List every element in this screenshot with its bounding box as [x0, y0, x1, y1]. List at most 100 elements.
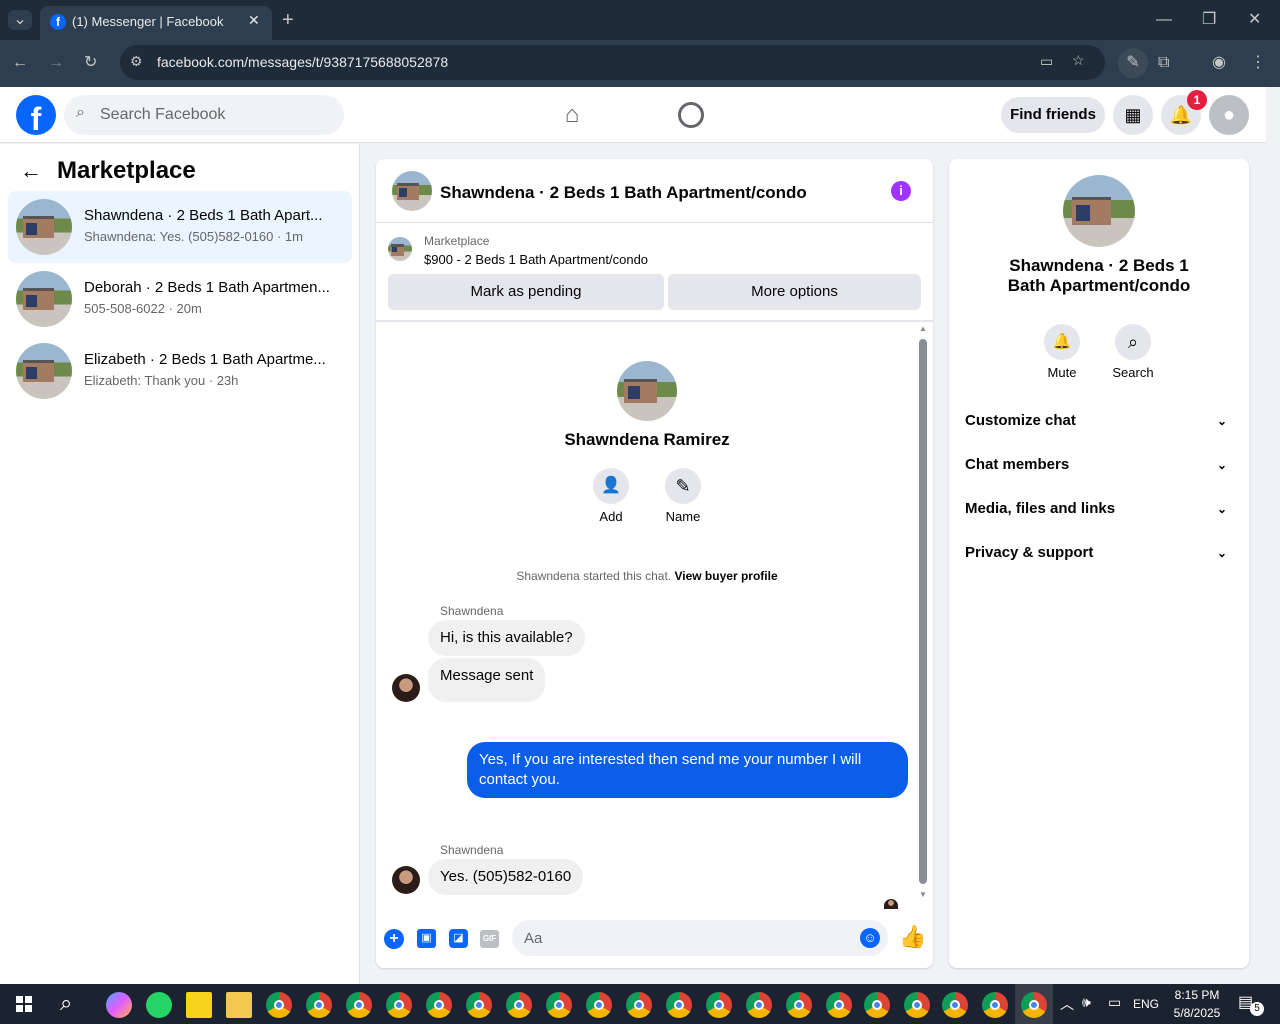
sticker-icon[interactable]: ◪: [449, 929, 468, 948]
edit-name-icon[interactable]: ✎: [665, 468, 701, 504]
menu-icon[interactable]: ⋮: [1250, 53, 1266, 73]
mute-bell-icon[interactable]: 🔔: [1044, 324, 1080, 360]
profile-icon[interactable]: ◉: [1212, 53, 1226, 73]
network-icon[interactable]: ▭: [1108, 994, 1121, 1011]
chrome-window-icon[interactable]: [546, 992, 572, 1018]
conversation-item[interactable]: Deborah · 2 Beds 1 Bath Apartmen... 505-…: [8, 263, 352, 335]
chat-scrollbar[interactable]: ▲ ▼: [918, 324, 928, 904]
chrome-window-icon[interactable]: [942, 992, 968, 1018]
chrome-window-icon[interactable]: [904, 992, 930, 1018]
scroll-thumb[interactable]: [919, 339, 927, 884]
restore-icon[interactable]: ❐: [1202, 10, 1216, 30]
chrome-window-icon[interactable]: [506, 992, 532, 1018]
bookmark-star-icon[interactable]: ☆: [1072, 52, 1085, 69]
more-options-button[interactable]: More options: [668, 274, 921, 310]
page-scrollbar[interactable]: [1266, 87, 1280, 984]
chrome-window-icon[interactable]: [1021, 992, 1047, 1018]
account-avatar[interactable]: ●: [1209, 95, 1249, 135]
install-app-icon[interactable]: ▭: [1040, 53, 1053, 70]
find-friends-button[interactable]: Find friends: [1001, 97, 1105, 133]
chat-members-row[interactable]: Chat members ⌄: [965, 445, 1235, 485]
chrome-window-icon[interactable]: [626, 992, 652, 1018]
chrome-window-icon[interactable]: [746, 992, 772, 1018]
chat-avatar[interactable]: [392, 171, 432, 211]
message-bubble-outgoing[interactable]: Yes, If you are interested then send me …: [467, 742, 908, 798]
profile-avatar[interactable]: [617, 361, 677, 421]
whatsapp-icon[interactable]: [146, 992, 172, 1018]
chat-title[interactable]: Shawndena · 2 Beds 1 Bath Apartment/cond…: [440, 183, 807, 203]
chrome-window-icon[interactable]: [346, 992, 372, 1018]
add-person-icon[interactable]: 👤: [593, 468, 629, 504]
chrome-window-icon[interactable]: [826, 992, 852, 1018]
file-explorer-icon[interactable]: [226, 992, 252, 1018]
home-icon[interactable]: ⌂: [558, 101, 586, 128]
menu-grid-icon[interactable]: ▦: [1113, 95, 1153, 135]
back-icon[interactable]: ←: [12, 53, 28, 73]
facebook-logo-icon[interactable]: f: [16, 95, 56, 135]
chrome-window-icon[interactable]: [466, 992, 492, 1018]
like-icon[interactable]: 👍: [899, 924, 926, 950]
message-input[interactable]: Aa ☺: [512, 920, 888, 956]
pen-icon[interactable]: ✎: [1118, 48, 1148, 78]
chrome-window-icon[interactable]: [666, 992, 692, 1018]
groups-icon[interactable]: [678, 102, 704, 128]
scroll-up-icon[interactable]: ▲: [919, 324, 927, 333]
plus-icon[interactable]: +: [384, 929, 404, 949]
conversation-item[interactable]: Shawndena · 2 Beds 1 Bath Apart... Shawn…: [8, 191, 352, 263]
address-bar[interactable]: ⚙ facebook.com/messages/t/93871756880528…: [120, 45, 1105, 80]
forward-icon[interactable]: →: [48, 53, 64, 73]
chrome-window-icon[interactable]: [306, 992, 332, 1018]
message-bubble[interactable]: Hi, is this available?: [428, 620, 585, 656]
chrome-window-icon[interactable]: [786, 992, 812, 1018]
minimize-icon[interactable]: —: [1156, 10, 1172, 30]
listing-thumbnail[interactable]: [388, 237, 412, 261]
search-icon[interactable]: ⌕: [1115, 324, 1151, 360]
windows-start-icon[interactable]: [16, 996, 32, 1012]
taskbar-search-icon[interactable]: ⌕: [60, 990, 72, 1016]
chrome-window-icon[interactable]: [864, 992, 890, 1018]
tray-chevron-icon[interactable]: ︿: [1060, 994, 1074, 1014]
browser-tab[interactable]: f (1) Messenger | Facebook ✕: [40, 6, 272, 40]
message-placeholder: Aa: [524, 930, 543, 947]
sender-name: Shawndena: [440, 604, 504, 618]
search-input[interactable]: ⌕ Search Facebook: [64, 95, 344, 135]
chrome-window-icon[interactable]: [386, 992, 412, 1018]
media-files-links-row[interactable]: Media, files and links ⌄: [965, 489, 1235, 529]
chrome-window-icon[interactable]: [266, 992, 292, 1018]
details-avatar[interactable]: [1063, 175, 1135, 247]
chrome-window-icon[interactable]: [426, 992, 452, 1018]
emoji-icon[interactable]: ☺: [860, 928, 880, 948]
tab-list-icon[interactable]: ⌄: [8, 10, 32, 30]
facebook-header: f ⌕ Search Facebook ⌂ Find friends ▦ 🔔 1…: [0, 87, 1266, 143]
photo-icon[interactable]: ▣: [417, 929, 436, 948]
tab-close-icon[interactable]: ✕: [248, 12, 260, 29]
conversation-item[interactable]: Elizabeth · 2 Beds 1 Bath Apartme... Eli…: [8, 335, 352, 407]
back-arrow-icon[interactable]: ←: [20, 158, 42, 184]
reload-icon[interactable]: ↻: [84, 53, 97, 73]
message-bubble[interactable]: Message sent: [428, 658, 546, 702]
gif-icon[interactable]: GIF: [480, 930, 499, 948]
close-window-icon[interactable]: ✕: [1248, 10, 1261, 30]
mark-pending-button[interactable]: Mark as pending: [388, 274, 664, 310]
listing-detail[interactable]: $900 - 2 Beds 1 Bath Apartment/condo: [424, 252, 648, 267]
site-info-icon[interactable]: ⚙: [130, 53, 143, 70]
language-indicator[interactable]: ENG: [1133, 997, 1159, 1011]
chrome-window-icon[interactable]: [706, 992, 732, 1018]
clock-date[interactable]: 5/8/2025: [1168, 1006, 1226, 1020]
chrome-window-icon[interactable]: [982, 992, 1008, 1018]
info-icon[interactable]: i: [891, 181, 911, 201]
chrome-window-icon[interactable]: [586, 992, 612, 1018]
extensions-icon[interactable]: ⧉: [1158, 53, 1169, 73]
sender-avatar[interactable]: [392, 674, 420, 702]
sticky-notes-icon[interactable]: [186, 992, 212, 1018]
sender-avatar[interactable]: [392, 866, 420, 894]
customize-chat-row[interactable]: Customize chat ⌄: [965, 401, 1235, 441]
new-tab-icon[interactable]: +: [282, 10, 294, 30]
scroll-down-icon[interactable]: ▼: [919, 890, 927, 899]
view-buyer-link[interactable]: View buyer profile: [674, 569, 777, 583]
copilot-icon[interactable]: [106, 992, 132, 1018]
message-bubble[interactable]: Yes. (505)582-0160: [428, 859, 584, 895]
clock-time[interactable]: 8:15 PM: [1172, 988, 1222, 1002]
privacy-support-row[interactable]: Privacy & support ⌄: [965, 533, 1235, 573]
volume-icon[interactable]: 🕪: [1082, 994, 1091, 1011]
